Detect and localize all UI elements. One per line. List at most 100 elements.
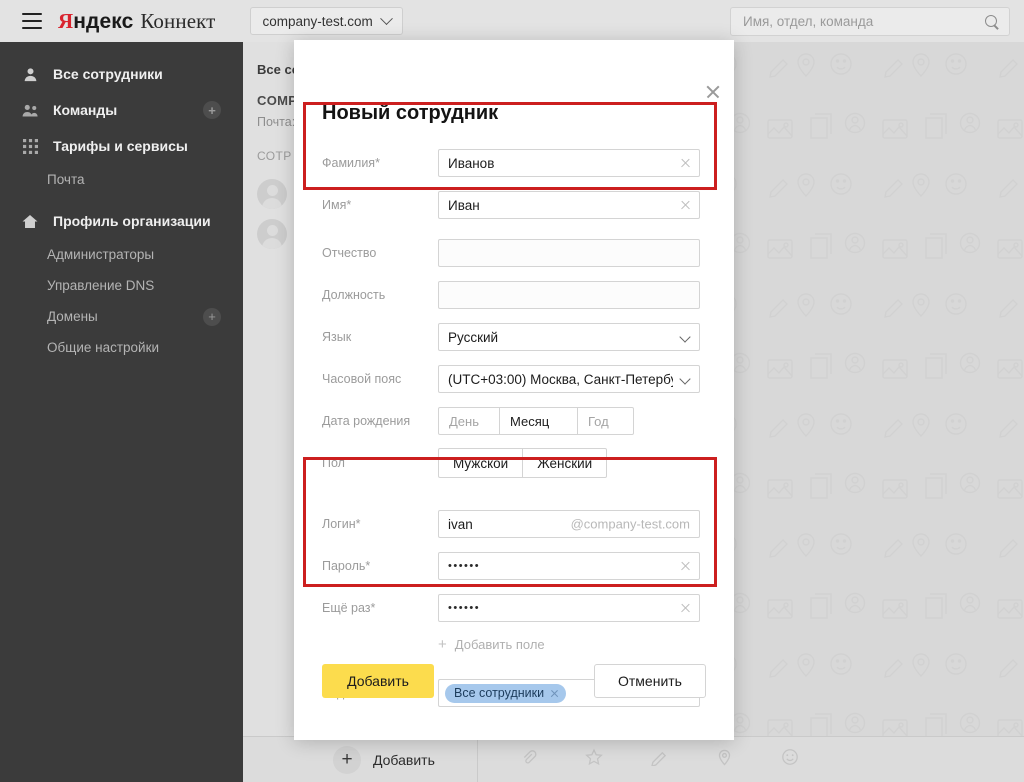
sidebar-item-org-profile[interactable]: Профиль организации (0, 203, 243, 239)
search-box[interactable] (730, 7, 1010, 36)
sidebar-label: Команды (53, 102, 118, 118)
firstname-value: Иван (448, 197, 480, 213)
clear-icon[interactable] (680, 603, 691, 614)
birthdate-month-select[interactable]: Месяц (500, 407, 578, 435)
position-field[interactable] (438, 281, 700, 309)
clear-icon[interactable] (680, 200, 691, 211)
pencil-icon[interactable] (650, 749, 668, 771)
map-pin-icon[interactable] (716, 749, 733, 771)
firstname-field[interactable]: Иван (438, 191, 700, 219)
avatar[interactable] (257, 219, 287, 249)
brand-connect-text: Коннект (140, 8, 216, 33)
paperclip-icon[interactable] (520, 749, 537, 771)
sidebar-label: Администраторы (47, 247, 155, 262)
new-employee-modal: Новый сотрудник Фамилия* Иванов Имя* Ива… (294, 40, 734, 740)
required-marker: * (365, 559, 371, 573)
timezone-value: (UTC+03:00) Москва, Санкт-Петербур... (448, 371, 673, 387)
domain-selector[interactable]: company-test.com (250, 7, 403, 35)
form-row-login: Логин* ivan @company-test.com (294, 503, 734, 545)
form-row-birthdate: Дата рождения День Месяц Год (294, 400, 734, 442)
birthdate-year-input[interactable]: Год (578, 407, 634, 435)
language-select[interactable]: Русский (438, 323, 700, 351)
person-icon (20, 67, 40, 82)
clear-icon[interactable] (680, 158, 691, 169)
form-row-password: Пароль* •••••• (294, 545, 734, 587)
birthdate-label: Дата рождения (322, 414, 411, 428)
form-row-timezone: Часовой пояс (UTC+03:00) Москва, Санкт-П… (294, 358, 734, 400)
search-icon (985, 14, 999, 29)
sidebar-label: Управление DNS (47, 278, 155, 293)
clear-icon[interactable] (680, 561, 691, 572)
add-field-link[interactable]: + Добавить поле (438, 637, 734, 652)
add-team-button[interactable]: + (203, 101, 221, 119)
required-marker: * (370, 601, 376, 615)
add-employee-button[interactable]: + Добавить (333, 745, 435, 774)
sidebar-label: Почта (47, 172, 85, 187)
people-icon (20, 103, 40, 118)
modal-title: Новый сотрудник (322, 102, 499, 124)
language-value: Русский (448, 329, 499, 345)
required-marker: * (346, 198, 352, 212)
birthdate-day-input[interactable]: День (438, 407, 500, 435)
sidebar-item-general-settings[interactable]: Общие настройки (0, 332, 243, 363)
form-row-position: Должность (294, 274, 734, 316)
star-icon[interactable] (585, 748, 603, 771)
smiley-icon[interactable] (781, 748, 799, 771)
password-field[interactable]: •••••• (438, 552, 700, 580)
plus-icon: + (333, 745, 361, 774)
sidebar-item-administrators[interactable]: Администраторы (0, 239, 243, 270)
form-row-gender: Пол Мужской Женский (294, 442, 734, 484)
bottom-bar-divider (476, 736, 478, 782)
firstname-label-text: Имя (322, 198, 347, 212)
form-row-language: Язык Русский (294, 316, 734, 358)
password-label: Пароль* (322, 559, 438, 573)
domain-selector-label: company-test.com (262, 13, 373, 29)
sidebar-item-mail[interactable]: Почта (0, 164, 243, 195)
brand-logo[interactable]: Яндекс Коннект (58, 9, 215, 34)
form-row-middlename: Отчество (294, 232, 734, 274)
brand-yandex-text: ндекс (73, 9, 134, 33)
gender-female-button[interactable]: Женский (523, 448, 608, 478)
sidebar-item-dns-management[interactable]: Управление DNS (0, 270, 243, 301)
submit-button[interactable]: Добавить (322, 664, 434, 698)
brand-ya-letter: Я (58, 8, 74, 33)
top-bar: Яндекс Коннект company-test.com (0, 0, 1024, 42)
sidebar-item-all-employees[interactable]: Все сотрудники (0, 56, 243, 92)
firstname-label: Имя* (322, 198, 438, 212)
login-domain-suffix: @company-test.com (570, 516, 690, 532)
avatar[interactable] (257, 179, 287, 209)
birthdate-month-value: Месяц (510, 413, 550, 429)
sidebar-divider (0, 195, 243, 203)
add-field-label: Добавить поле (454, 637, 545, 652)
lastname-value: Иванов (448, 155, 495, 171)
sidebar-item-teams[interactable]: Команды + (0, 92, 243, 128)
gender-male-button[interactable]: Мужской (438, 448, 524, 478)
middlename-field[interactable] (438, 239, 700, 267)
sidebar-label: Тарифы и сервисы (53, 138, 188, 154)
password-repeat-field[interactable]: •••••• (438, 594, 700, 622)
form-row-lastname: Фамилия* Иванов (294, 142, 734, 184)
cancel-button[interactable]: Отменить (594, 664, 706, 698)
hamburger-icon[interactable] (22, 13, 42, 29)
add-domain-button[interactable]: + (203, 307, 221, 326)
middlename-label: Отчество (322, 246, 377, 260)
close-icon[interactable] (705, 84, 721, 100)
sidebar-label: Домены (47, 309, 98, 324)
sidebar-item-domains[interactable]: Домены + (0, 301, 243, 332)
grid-icon (20, 138, 40, 154)
timezone-label: Часовой пояс (322, 372, 402, 386)
search-input[interactable] (741, 13, 985, 30)
birthdate-group: День Месяц Год (438, 407, 634, 435)
modal-footer: Добавить Отменить (294, 664, 734, 698)
sidebar-item-tariffs-services[interactable]: Тарифы и сервисы (0, 128, 243, 164)
login-field[interactable]: ivan @company-test.com (438, 510, 700, 538)
password-value: •••••• (448, 560, 481, 572)
sidebar-label: Общие настройки (47, 340, 160, 355)
gender-label: Пол (322, 456, 345, 470)
gender-group: Мужской Женский (438, 448, 608, 478)
bottom-bar-icon-group (520, 748, 799, 771)
new-employee-form: Фамилия* Иванов Имя* Иван Отчество Должн… (294, 142, 734, 714)
lastname-field[interactable]: Иванов (438, 149, 700, 177)
password-repeat-value: •••••• (448, 602, 481, 614)
timezone-select[interactable]: (UTC+03:00) Москва, Санкт-Петербур... (438, 365, 700, 393)
